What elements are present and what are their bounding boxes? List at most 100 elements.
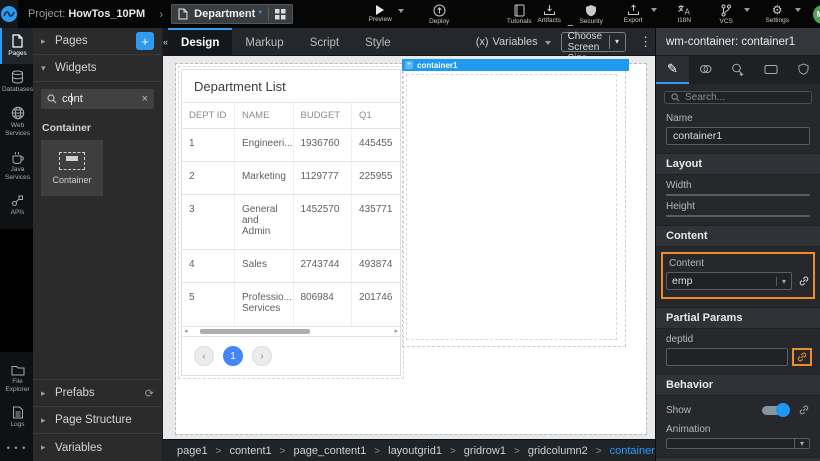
preview-button[interactable]: Preview <box>365 5 395 23</box>
scroll-right-icon[interactable]: ▸ <box>394 327 398 337</box>
breadcrumb-item[interactable]: page_content1 <box>272 445 367 457</box>
export-chevron-icon[interactable] <box>651 8 657 12</box>
preview-chevron-icon[interactable] <box>398 9 404 13</box>
page-icon <box>178 8 188 20</box>
breadcrumb-item-current[interactable]: container1 <box>588 445 661 457</box>
page-canvas[interactable]: Department List DEPT ID NAME BUDGET Q1 1… <box>176 64 646 434</box>
rail-item-web-services[interactable]: Web Services <box>0 100 33 144</box>
deploy-button[interactable]: Deploy <box>424 4 454 25</box>
tab-markup[interactable]: Markup <box>232 28 296 56</box>
nav-chevron-icon: › <box>159 7 163 21</box>
wavemaker-studio: Project: HowTos_10PM › Department * Prev… <box>0 0 820 461</box>
prev-page-button[interactable]: ‹ <box>194 346 214 366</box>
container-widget-tile[interactable]: Container <box>41 140 103 196</box>
breadcrumb: page1 content1 page_content1 layoutgrid1… <box>163 439 655 461</box>
table-row[interactable]: 1 Engineeri... 1936760 445455 <box>182 129 400 162</box>
tab-script[interactable]: Script <box>297 28 352 56</box>
rail-item-java-services[interactable]: Java Services <box>0 145 33 188</box>
tab-devices[interactable] <box>754 56 787 84</box>
tab-security[interactable] <box>787 56 820 84</box>
scrollbar-thumb[interactable] <box>200 329 310 334</box>
clear-search-icon[interactable]: × <box>142 93 148 105</box>
tutorials-button[interactable]: Tutorials <box>504 4 534 25</box>
add-page-button[interactable]: + <box>136 32 154 50</box>
user-avatar[interactable]: MP <box>813 5 820 24</box>
name-input[interactable]: container1 <box>666 127 810 145</box>
bind-show-link-icon[interactable] <box>798 404 810 416</box>
search-value: cont <box>62 93 72 105</box>
column-header[interactable]: Q1 <box>352 103 400 129</box>
editor-tabbar: « Design Markup Script Style (x) Variabl… <box>163 28 655 56</box>
screen-size-select[interactable]: – Choose Screen Size – ▾ <box>561 32 626 52</box>
breadcrumb-item[interactable]: page1 <box>177 445 208 457</box>
current-page-button[interactable]: 1 <box>223 346 243 366</box>
column-header[interactable]: NAME <box>234 103 293 129</box>
variables-button[interactable]: (x) Variables <box>476 36 551 48</box>
refresh-prefabs-icon[interactable]: ⟳ <box>145 387 154 400</box>
name-label: Name <box>656 108 820 127</box>
widgets-section-header[interactable]: ▾ Widgets <box>33 55 162 82</box>
table-row[interactable]: 3 General and Admin 1452570 435771 <box>182 195 400 250</box>
tab-design[interactable]: Design <box>168 28 232 56</box>
selected-container-widget[interactable]: + container1 <box>402 59 629 347</box>
animation-label: Animation <box>656 419 820 438</box>
breadcrumb-item[interactable]: gridcolumn2 <box>506 445 588 457</box>
properties-search-input[interactable]: Search... <box>664 91 812 104</box>
variables-section-header[interactable]: ▸ Variables <box>33 434 162 461</box>
container-selection-header[interactable]: + container1 <box>402 59 629 71</box>
tab-style[interactable]: Style <box>352 28 404 56</box>
tab-styles[interactable] <box>689 56 722 84</box>
divider <box>268 7 269 21</box>
table-row[interactable]: 2 Marketing 1129777 225955 <box>182 162 400 195</box>
java-services-coffee-icon <box>11 151 25 164</box>
show-toggle[interactable] <box>760 403 790 417</box>
table-row[interactable]: 4 Sales 2743744 493874 <box>182 250 400 283</box>
prefabs-section-header[interactable]: ▸ Prefabs ⟳ <box>33 380 162 407</box>
next-page-button[interactable]: › <box>252 346 272 366</box>
rail-item-pages[interactable]: Pages <box>0 28 33 64</box>
pages-section-header[interactable]: ▸ Pages + <box>33 28 162 55</box>
bind-content-link-icon[interactable] <box>798 275 810 287</box>
tab-events[interactable] <box>722 56 755 84</box>
rail-item-apis[interactable]: APIs <box>0 188 33 223</box>
settings-chevron-icon[interactable] <box>795 8 801 12</box>
department-table-widget[interactable]: Department List DEPT ID NAME BUDGET Q1 1… <box>181 69 401 376</box>
rail-more-button[interactable]: • • • <box>0 435 33 461</box>
rail-item-file-explorer[interactable]: File Explorer <box>0 358 33 400</box>
table-row[interactable]: 5 Professio... Services 806984 201746 <box>182 283 400 327</box>
pages-grid-icon[interactable] <box>275 9 286 20</box>
collapse-arrow-icon: ▸ <box>41 442 48 453</box>
web-services-globe-icon <box>11 106 25 120</box>
design-canvas[interactable]: Department List DEPT ID NAME BUDGET Q1 1… <box>163 56 655 439</box>
rail-item-databases[interactable]: Databases <box>0 64 33 100</box>
widget-search-input[interactable]: cont × <box>41 89 154 109</box>
breadcrumb-item[interactable]: gridrow1 <box>442 445 506 457</box>
apis-icon <box>11 194 24 207</box>
animation-select[interactable]: ▾ <box>666 438 810 449</box>
export-button[interactable]: Export <box>618 4 648 24</box>
tab-properties-pencil[interactable]: ✎ <box>656 56 689 84</box>
variables-icon: (x) <box>476 36 489 48</box>
add-widget-icon[interactable]: + <box>405 61 413 69</box>
column-header[interactable]: DEPT ID <box>182 103 234 129</box>
i18n-button[interactable]: A I18N <box>669 4 699 24</box>
content-select[interactable]: emp ▾ <box>666 272 792 290</box>
page-selector[interactable]: Department * <box>171 4 293 24</box>
wavemaker-logo[interactable] <box>0 0 18 28</box>
vcs-button[interactable]: VCS <box>711 4 741 25</box>
more-options-kebab-icon[interactable]: ⋮ <box>634 34 657 50</box>
artifacts-button[interactable]: Artifacts <box>534 4 564 24</box>
bind-deptid-link-icon[interactable] <box>792 348 812 366</box>
height-input[interactable] <box>666 215 810 217</box>
rail-item-logs[interactable]: Logs <box>0 400 33 435</box>
settings-button[interactable]: ⚙ Settings <box>762 4 792 24</box>
deptid-input[interactable] <box>666 348 788 366</box>
container-drop-area[interactable] <box>402 71 626 347</box>
horizontal-scrollbar[interactable]: ◂ ▸ <box>182 327 400 337</box>
vcs-chevron-icon[interactable] <box>744 8 750 12</box>
content-label: Content <box>666 254 810 272</box>
column-header[interactable]: BUDGET <box>293 103 352 129</box>
breadcrumb-item[interactable]: content1 <box>208 445 272 457</box>
page-structure-section-header[interactable]: ▸ Page Structure <box>33 407 162 434</box>
breadcrumb-item[interactable]: layoutgrid1 <box>366 445 442 457</box>
